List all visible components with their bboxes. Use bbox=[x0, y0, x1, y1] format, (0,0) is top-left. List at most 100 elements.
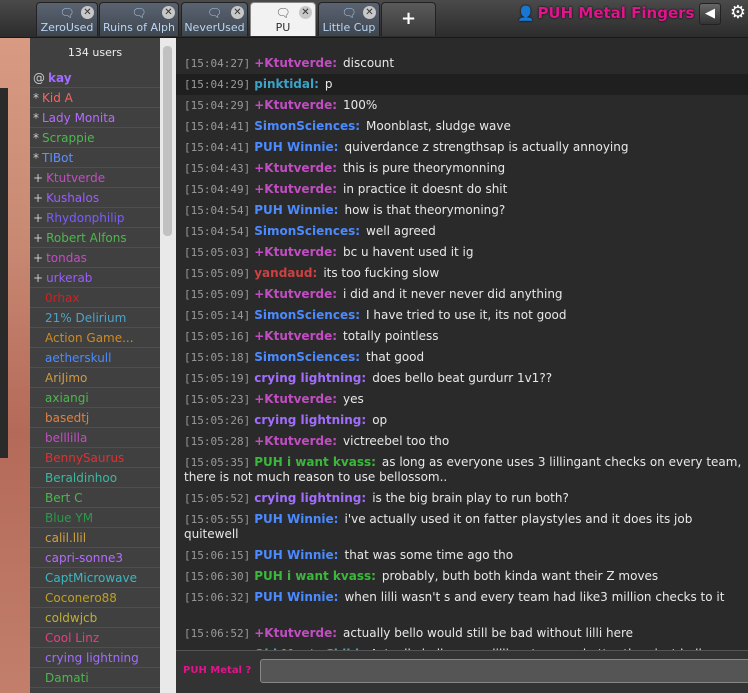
userlist-item[interactable]: * TIBot bbox=[30, 148, 160, 168]
userlist-item[interactable]: Action Game... bbox=[30, 328, 160, 348]
userlist-item[interactable]: basedtj bbox=[30, 408, 160, 428]
tab-zeroused[interactable]: 🗨 ZeroUsed ✕ bbox=[36, 2, 98, 36]
user-rank-symbol: * bbox=[33, 151, 39, 165]
userlist-item[interactable]: * Scrappie bbox=[30, 128, 160, 148]
message-timestamp: [15:05:28] bbox=[184, 435, 251, 448]
message-author[interactable]: SimonSciences: bbox=[254, 308, 360, 322]
userlist-item[interactable]: @ kay bbox=[30, 68, 160, 88]
message-text: 100% bbox=[343, 98, 378, 112]
message-author[interactable]: +Ktutverde: bbox=[254, 245, 337, 259]
userlist-item[interactable]: Damati bbox=[30, 668, 160, 688]
message-author[interactable]: +Ktutverde: bbox=[254, 56, 337, 70]
message-author[interactable]: +Ktutverde: bbox=[254, 161, 337, 175]
chat-message: [15:04:54] SimonSciences: well agreed bbox=[176, 221, 748, 242]
userlist-item[interactable]: * Kid A bbox=[30, 88, 160, 108]
userlist-item[interactable]: + Rhydonphilip bbox=[30, 208, 160, 228]
message-timestamp: [15:05:23] bbox=[184, 393, 251, 406]
user-name: kay bbox=[48, 71, 72, 85]
message-author[interactable]: +Ktutverde: bbox=[254, 392, 337, 406]
userlist-item[interactable]: Coconero88 bbox=[30, 588, 160, 608]
message-author[interactable]: PUH Winnie: bbox=[254, 203, 338, 217]
message-author[interactable]: PUH Winnie: bbox=[254, 548, 338, 562]
current-user[interactable]: 👤 PUH Metal Fingers bbox=[517, 4, 694, 24]
message-timestamp: [15:06:15] bbox=[184, 549, 251, 562]
message-text: in practice it doesnt do shit bbox=[343, 182, 508, 196]
message-author[interactable]: PUH Winnie: bbox=[254, 590, 338, 604]
message-author[interactable]: pinktidal: bbox=[254, 77, 319, 91]
chat-message: [15:04:43] +Ktutverde: this is pure theory… bbox=[176, 158, 748, 179]
message-text: I have tried to use it, its not good bbox=[366, 308, 567, 322]
userlist-item[interactable]: * Lady Monita bbox=[30, 108, 160, 128]
message-author[interactable]: SimonSciences: bbox=[254, 350, 360, 364]
message-author[interactable]: +Ktutverde: bbox=[254, 287, 337, 301]
message-timestamp: [15:05:18] bbox=[184, 351, 251, 364]
tab-ruins-of-alph[interactable]: 🗨 Ruins of Alph ✕ bbox=[99, 2, 179, 36]
close-icon[interactable]: ✕ bbox=[162, 6, 175, 19]
message-timestamp: [15:05:09] bbox=[184, 288, 251, 301]
user-name: Cool Linz bbox=[45, 631, 100, 645]
message-timestamp: [15:04:54] bbox=[184, 225, 251, 238]
chat-input[interactable] bbox=[260, 659, 748, 683]
userlist-item[interactable]: + tondas bbox=[30, 248, 160, 268]
message-text: how is that theorymoning? bbox=[344, 203, 506, 217]
user-name: BennySaurus bbox=[45, 451, 125, 465]
message-timestamp: [15:05:52] bbox=[184, 492, 251, 505]
userlist-item[interactable]: calil.llil bbox=[30, 528, 160, 548]
userlist-item[interactable]: axiangi bbox=[30, 388, 160, 408]
message-text: this is pure theorymonning bbox=[343, 161, 506, 175]
user-icon: 👤 bbox=[517, 6, 535, 22]
message-author[interactable]: PUH i want kvass: bbox=[254, 455, 376, 469]
userlist-item[interactable]: Blue YM bbox=[30, 508, 160, 528]
tab-neverused[interactable]: 🗨 NeverUsed ✕ bbox=[181, 2, 248, 36]
tab-little-cup[interactable]: 🗨 Little Cup ✕ bbox=[318, 2, 380, 36]
close-icon[interactable]: ✕ bbox=[299, 6, 312, 19]
message-author[interactable]: PUH Winnie: bbox=[254, 512, 338, 526]
message-text: discount bbox=[343, 56, 395, 70]
userlist-item[interactable]: BennySaurus bbox=[30, 448, 160, 468]
message-author[interactable]: SimonSciences: bbox=[254, 224, 360, 238]
close-icon[interactable]: ✕ bbox=[231, 6, 244, 19]
message-author[interactable]: PUH i want kvass: bbox=[254, 569, 376, 583]
user-rank-symbol: * bbox=[33, 91, 39, 105]
message-author[interactable]: +Ktutverde: bbox=[254, 434, 337, 448]
message-author[interactable]: +Ktutverde: bbox=[254, 329, 337, 343]
message-author[interactable]: +Ktutverde: bbox=[254, 182, 337, 196]
close-icon[interactable]: ✕ bbox=[81, 6, 94, 19]
close-icon[interactable]: ✕ bbox=[363, 6, 376, 19]
gear-icon[interactable]: ⚙ bbox=[727, 3, 748, 25]
userlist-scrollbar[interactable] bbox=[160, 38, 176, 693]
userlist-item[interactable]: aetherskull bbox=[30, 348, 160, 368]
userlist-item[interactable]: belllilla bbox=[30, 428, 160, 448]
chat-message: [15:05:09] yandaud: its too fucking slow bbox=[176, 263, 748, 284]
userlist-item[interactable]: coldwjcb bbox=[30, 608, 160, 628]
userlist-item[interactable]: capri-sonne3 bbox=[30, 548, 160, 568]
sound-icon[interactable]: ◀ bbox=[699, 3, 721, 25]
userlist-item[interactable]: + urkerab bbox=[30, 268, 160, 288]
userlist-item[interactable]: 21% Delirium bbox=[30, 308, 160, 328]
userlist-item[interactable]: AriJimo bbox=[30, 368, 160, 388]
chat-message: [15:05:52] crying lightning: is the big br… bbox=[176, 488, 748, 509]
message-author[interactable]: crying lightning: bbox=[254, 413, 366, 427]
message-author[interactable]: PUH Winnie: bbox=[254, 140, 338, 154]
add-tab-button[interactable]: + bbox=[381, 2, 436, 36]
userlist-item[interactable]: + Robert Alfons bbox=[30, 228, 160, 248]
message-author[interactable]: yandaud: bbox=[254, 266, 317, 280]
chat-message: [15:05:55] PUH Winnie: i've actually used … bbox=[176, 509, 748, 545]
userlist-item[interactable]: crying lightning bbox=[30, 648, 160, 668]
message-author[interactable]: crying lightning: bbox=[254, 491, 366, 505]
userlist-item[interactable]: + Ktutverde bbox=[30, 168, 160, 188]
message-author[interactable]: crying lightning: bbox=[254, 371, 366, 385]
message-author[interactable]: +Ktutverde: bbox=[254, 626, 337, 640]
userlist-item[interactable]: Cool Linz bbox=[30, 628, 160, 648]
userlist-item[interactable]: CaptMicrowave bbox=[30, 568, 160, 588]
chat-message: [15:05:18] SimonSciences: that good bbox=[176, 347, 748, 368]
userlist-item[interactable]: Bert C bbox=[30, 488, 160, 508]
userlist-item[interactable]: 0rhax bbox=[30, 288, 160, 308]
message-author[interactable]: +Ktutverde: bbox=[254, 98, 337, 112]
user-name: axiangi bbox=[45, 391, 89, 405]
scrollbar-thumb[interactable] bbox=[163, 46, 172, 236]
userlist-item[interactable]: Beraldinhoo bbox=[30, 468, 160, 488]
tab-pu[interactable]: 🗨 PU ✕ bbox=[250, 2, 316, 36]
userlist-item[interactable]: + Kushalos bbox=[30, 188, 160, 208]
message-author[interactable]: SimonSciences: bbox=[254, 119, 360, 133]
